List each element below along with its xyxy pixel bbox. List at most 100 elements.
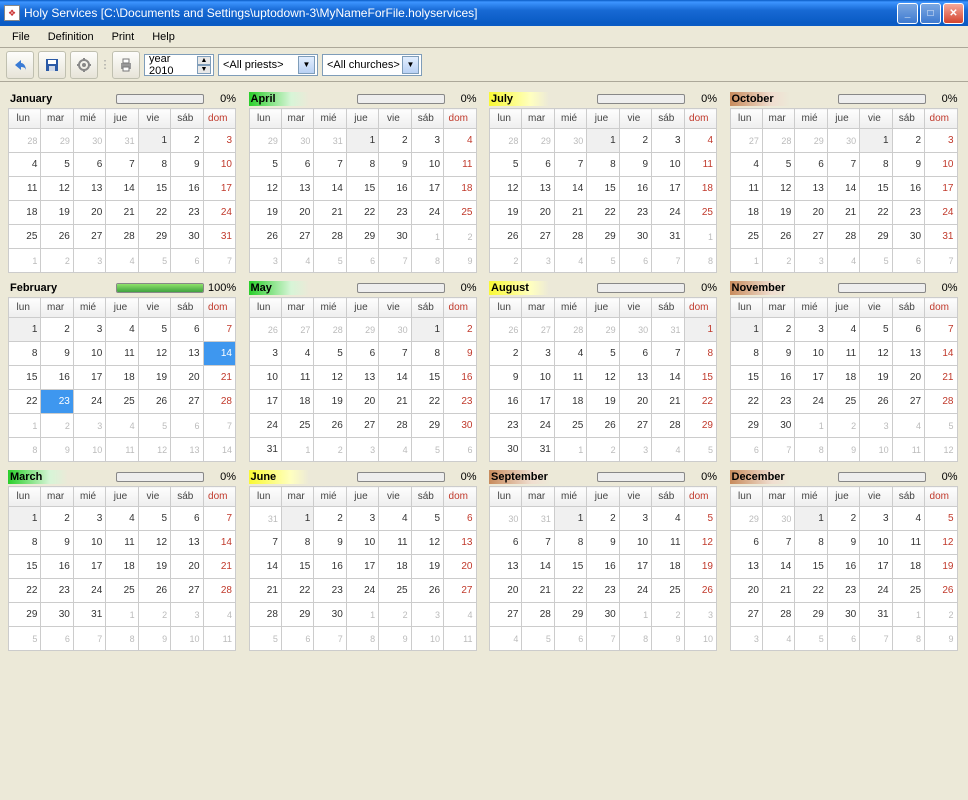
day-cell[interactable]: 19 xyxy=(762,201,794,225)
day-cell[interactable]: 18 xyxy=(827,366,859,390)
day-cell[interactable]: 24 xyxy=(73,579,105,603)
close-button[interactable]: ✕ xyxy=(943,3,964,24)
day-cell[interactable]: 7 xyxy=(827,153,859,177)
day-cell[interactable]: 21 xyxy=(762,579,794,603)
day-cell[interactable]: 23 xyxy=(827,579,859,603)
day-cell[interactable]: 21 xyxy=(827,201,859,225)
day-cell[interactable]: 30 xyxy=(892,225,924,249)
day-cell[interactable]: 29 xyxy=(346,225,378,249)
day-cell[interactable]: 16 xyxy=(827,555,859,579)
chevron-down-icon[interactable]: ▼ xyxy=(402,56,419,74)
day-cell[interactable]: 2 xyxy=(444,318,476,342)
day-cell[interactable]: 11 xyxy=(444,153,476,177)
day-cell[interactable]: 1 xyxy=(9,318,41,342)
day-cell[interactable]: 4 xyxy=(379,507,411,531)
day-cell[interactable]: 4 xyxy=(730,153,762,177)
day-cell[interactable]: 11 xyxy=(827,342,859,366)
day-cell[interactable]: 24 xyxy=(925,201,957,225)
day-cell[interactable]: 10 xyxy=(925,153,957,177)
day-cell[interactable]: 17 xyxy=(73,555,105,579)
day-cell[interactable]: 21 xyxy=(203,366,235,390)
day-cell[interactable]: 3 xyxy=(249,342,281,366)
day-cell[interactable]: 5 xyxy=(411,507,443,531)
day-cell[interactable]: 28 xyxy=(314,225,346,249)
day-cell[interactable]: 15 xyxy=(860,177,892,201)
menu-print[interactable]: Print xyxy=(104,29,143,45)
day-cell[interactable]: 2 xyxy=(490,342,522,366)
day-cell[interactable]: 5 xyxy=(925,507,957,531)
day-cell[interactable]: 5 xyxy=(41,153,73,177)
day-cell[interactable]: 18 xyxy=(379,555,411,579)
day-cell[interactable]: 23 xyxy=(490,414,522,438)
day-cell[interactable]: 15 xyxy=(554,555,586,579)
day-cell[interactable]: 17 xyxy=(860,555,892,579)
day-cell[interactable]: 27 xyxy=(73,225,105,249)
day-cell[interactable]: 9 xyxy=(41,342,73,366)
day-cell[interactable]: 6 xyxy=(171,507,203,531)
day-cell[interactable]: 28 xyxy=(106,225,138,249)
day-cell[interactable]: 3 xyxy=(860,507,892,531)
day-cell[interactable]: 12 xyxy=(587,366,619,390)
print-button[interactable] xyxy=(112,51,140,79)
day-cell[interactable]: 1 xyxy=(587,129,619,153)
day-cell[interactable]: 23 xyxy=(41,579,73,603)
day-cell[interactable]: 6 xyxy=(522,153,554,177)
day-cell[interactable]: 16 xyxy=(587,555,619,579)
day-cell[interactable]: 5 xyxy=(138,507,170,531)
day-cell[interactable]: 14 xyxy=(106,177,138,201)
day-cell[interactable]: 11 xyxy=(730,177,762,201)
day-cell[interactable]: 20 xyxy=(619,390,651,414)
day-cell[interactable]: 1 xyxy=(9,507,41,531)
menu-help[interactable]: Help xyxy=(144,29,183,45)
day-cell[interactable]: 27 xyxy=(730,603,762,627)
day-cell[interactable]: 25 xyxy=(444,201,476,225)
day-cell[interactable]: 15 xyxy=(730,366,762,390)
day-cell[interactable]: 16 xyxy=(379,177,411,201)
day-cell[interactable]: 28 xyxy=(379,414,411,438)
day-cell[interactable]: 18 xyxy=(106,555,138,579)
maximize-button[interactable]: □ xyxy=(920,3,941,24)
day-cell[interactable]: 9 xyxy=(379,153,411,177)
day-cell[interactable]: 15 xyxy=(346,177,378,201)
day-cell[interactable]: 17 xyxy=(203,177,235,201)
day-cell[interactable]: 21 xyxy=(925,366,957,390)
day-cell[interactable]: 5 xyxy=(587,342,619,366)
day-cell[interactable]: 18 xyxy=(652,555,684,579)
day-cell[interactable]: 6 xyxy=(490,531,522,555)
day-cell[interactable]: 15 xyxy=(281,555,313,579)
day-cell[interactable]: 31 xyxy=(860,603,892,627)
day-cell[interactable]: 16 xyxy=(892,177,924,201)
day-cell[interactable]: 19 xyxy=(490,201,522,225)
day-cell[interactable]: 16 xyxy=(444,366,476,390)
day-cell[interactable]: 30 xyxy=(314,603,346,627)
day-cell[interactable]: 7 xyxy=(762,531,794,555)
day-cell[interactable]: 22 xyxy=(860,201,892,225)
day-cell[interactable]: 14 xyxy=(522,555,554,579)
day-cell[interactable]: 29 xyxy=(587,225,619,249)
day-cell[interactable]: 28 xyxy=(522,603,554,627)
day-cell[interactable]: 27 xyxy=(490,603,522,627)
day-cell[interactable]: 5 xyxy=(314,342,346,366)
day-cell[interactable]: 7 xyxy=(203,318,235,342)
day-cell[interactable]: 10 xyxy=(860,531,892,555)
day-cell[interactable]: 23 xyxy=(619,201,651,225)
day-cell[interactable]: 22 xyxy=(138,201,170,225)
day-cell[interactable]: 24 xyxy=(795,390,827,414)
day-cell[interactable]: 7 xyxy=(314,153,346,177)
day-cell[interactable]: 16 xyxy=(762,366,794,390)
day-cell[interactable]: 6 xyxy=(444,507,476,531)
day-cell[interactable]: 20 xyxy=(892,366,924,390)
day-cell[interactable]: 13 xyxy=(346,366,378,390)
day-cell[interactable]: 30 xyxy=(171,225,203,249)
day-cell[interactable]: 2 xyxy=(587,507,619,531)
day-cell[interactable]: 25 xyxy=(652,579,684,603)
day-cell[interactable]: 28 xyxy=(203,390,235,414)
day-cell[interactable]: 26 xyxy=(249,225,281,249)
day-cell[interactable]: 22 xyxy=(730,390,762,414)
day-cell[interactable]: 8 xyxy=(9,342,41,366)
day-cell[interactable]: 4 xyxy=(9,153,41,177)
day-cell[interactable]: 10 xyxy=(522,366,554,390)
day-cell[interactable]: 10 xyxy=(346,531,378,555)
day-cell[interactable]: 6 xyxy=(346,342,378,366)
year-down[interactable]: ▼ xyxy=(197,65,211,74)
